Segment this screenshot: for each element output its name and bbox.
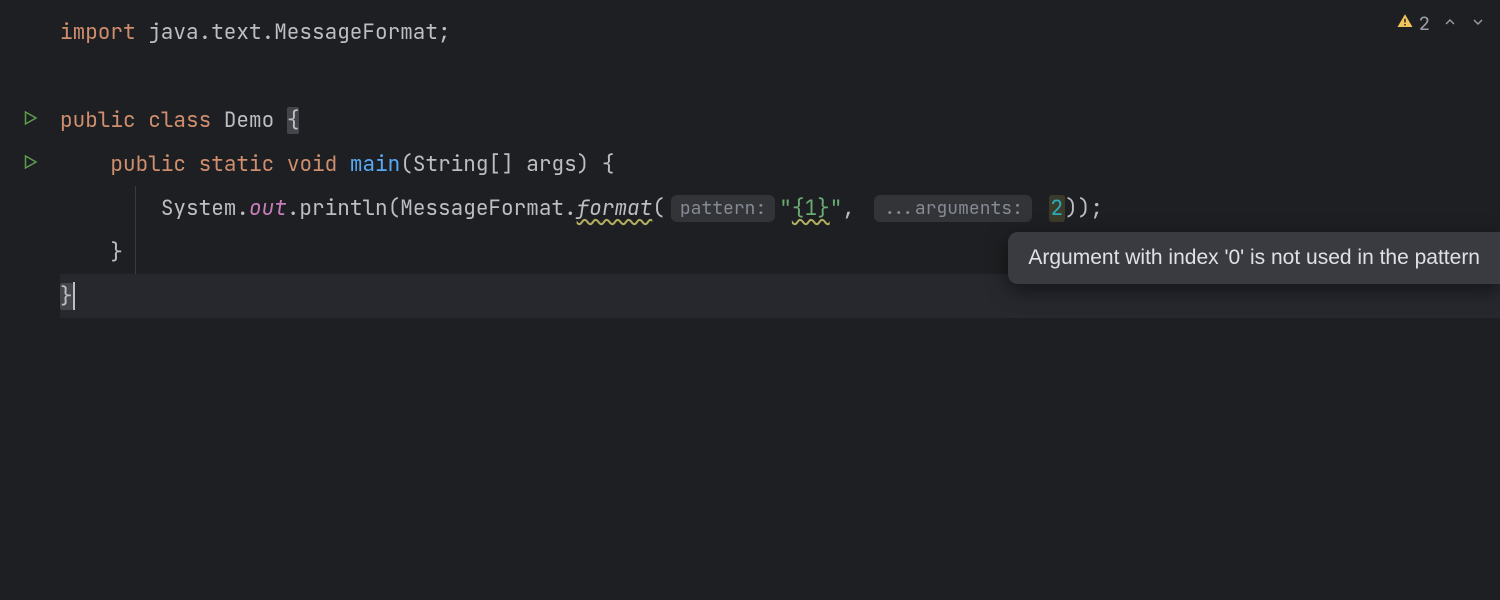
warning-count-badge[interactable]: 2: [1396, 11, 1430, 36]
keyword: import: [60, 19, 136, 46]
class-name: Demo: [224, 107, 274, 134]
code-text: ));: [1065, 195, 1103, 222]
param-hint-pattern: pattern:: [671, 195, 775, 222]
param-hint-arguments: ...arguments:: [874, 195, 1032, 222]
code-line[interactable]: System.out.println(MessageFormat.format(…: [60, 186, 1500, 230]
code-area[interactable]: import java.text.MessageFormat; public c…: [60, 0, 1500, 600]
string-quote: ": [779, 195, 792, 222]
keyword: static: [199, 151, 275, 178]
code-text: java.text.MessageFormat;: [136, 19, 451, 46]
code-line[interactable]: public class Demo {: [60, 98, 1500, 142]
paren: (: [652, 195, 665, 222]
tooltip-text: Argument with index '0' is not used in t…: [1028, 246, 1480, 269]
string-quote: ": [830, 195, 843, 222]
brace-highlight: {: [287, 107, 300, 134]
inspection-widget: 2: [1396, 10, 1486, 37]
warning-count-text: 2: [1419, 11, 1430, 36]
editor-container: import java.text.MessageFormat; public c…: [0, 0, 1500, 600]
code-text: .println(: [287, 195, 400, 222]
run-method-icon[interactable]: [21, 151, 39, 178]
brace: }: [110, 239, 123, 266]
next-highlight-button[interactable]: [1470, 10, 1486, 37]
code-line[interactable]: public static void main(String[] args) {: [60, 142, 1500, 186]
keyword: void: [287, 151, 337, 178]
string-body-warning: {1}: [792, 195, 830, 222]
brace-highlight: }: [60, 283, 73, 310]
warning-icon: [1396, 11, 1414, 36]
code-line[interactable]: import java.text.MessageFormat;: [60, 10, 1500, 54]
indent-guide: [135, 230, 136, 274]
method-name: main: [350, 151, 400, 178]
prev-highlight-button[interactable]: [1442, 10, 1458, 37]
keyword: public: [110, 151, 186, 178]
number-literal-warning: 2: [1049, 195, 1066, 222]
code-text: System.: [161, 195, 249, 222]
keyword: class: [148, 107, 211, 134]
method-call-warning: format: [577, 195, 653, 222]
field-ref: out: [249, 195, 287, 222]
caret: [73, 282, 75, 310]
gutter: [0, 0, 60, 600]
indent-guide: [135, 186, 136, 230]
code-text: (String[] args) {: [400, 151, 614, 178]
code-line[interactable]: [60, 54, 1500, 98]
keyword: public: [60, 107, 136, 134]
code-text: MessageFormat.: [400, 195, 576, 222]
comma: ,: [842, 195, 867, 222]
run-class-icon[interactable]: [21, 107, 39, 134]
inspection-tooltip: Argument with index '0' is not used in t…: [1008, 232, 1500, 284]
